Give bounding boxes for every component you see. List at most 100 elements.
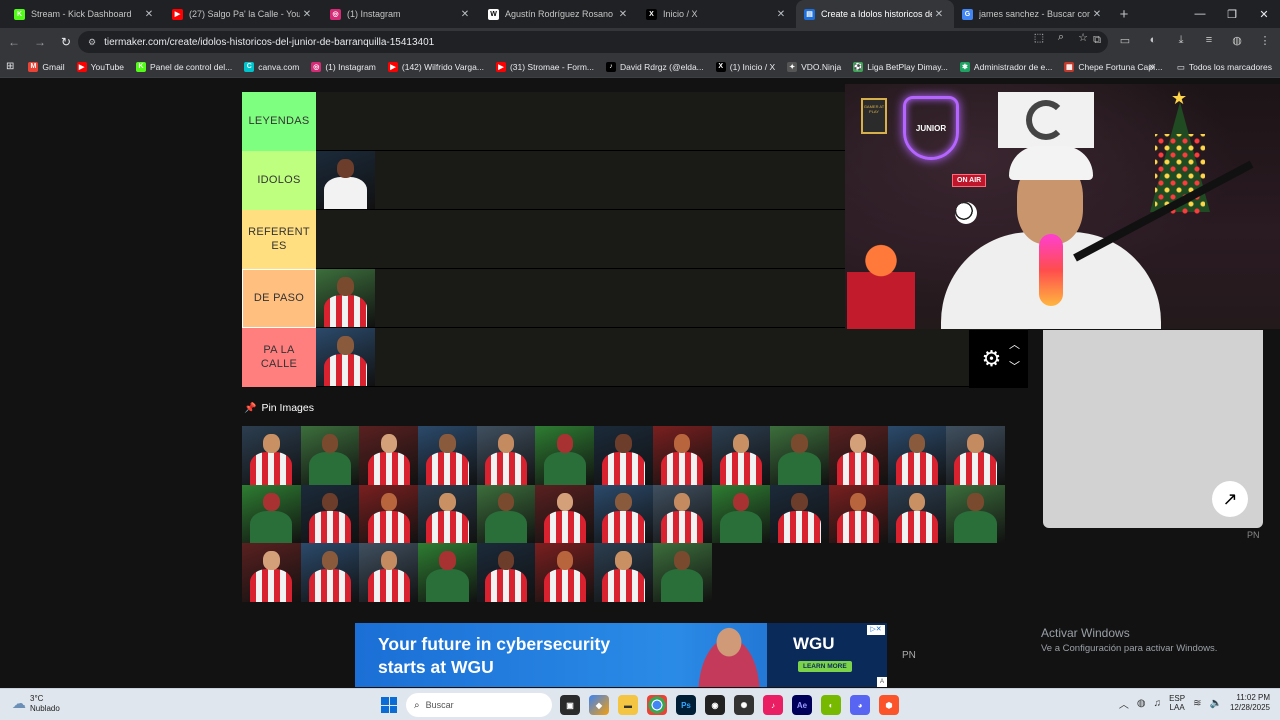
restore-icon[interactable]: ❐: [1216, 0, 1248, 28]
language-indicator[interactable]: ESP LAA: [1169, 694, 1185, 713]
player-thumbnail[interactable]: [652, 426, 712, 485]
tier-label[interactable]: DE PASO: [242, 269, 316, 328]
player-thumbnail[interactable]: [887, 484, 947, 543]
player-thumbnail[interactable]: [476, 484, 536, 543]
player-thumbnail[interactable]: [476, 543, 536, 602]
tier-label[interactable]: IDOLOS: [242, 151, 316, 210]
zoom-icon[interactable]: ⌕: [1054, 31, 1068, 44]
ad-close-icon[interactable]: ▷✕: [867, 625, 885, 635]
browser-tab[interactable]: ▶ (27) Salgo Pa' la Calle - YouTube✕: [164, 0, 322, 28]
player-thumbnail[interactable]: [711, 426, 771, 485]
tiktok-icon[interactable]: ♪: [763, 695, 783, 715]
account-icon[interactable]: ◍: [1230, 34, 1244, 47]
player-thumbnail[interactable]: [359, 426, 419, 485]
pin-images-heading[interactable]: 📌 Pin Images: [244, 402, 314, 414]
tab-close-icon[interactable]: ✕: [616, 9, 630, 20]
wifi-icon[interactable]: ≋: [1193, 698, 1201, 709]
player-thumbnail[interactable]: [476, 426, 536, 485]
taskbar-search[interactable]: ⌕ Buscar: [406, 693, 552, 717]
bookmark-item[interactable]: ▶ (31) Stromae - Form...: [495, 61, 594, 72]
wgu-ad-banner[interactable]: Your future in cybersecurity starts at W…: [355, 623, 887, 687]
browser-tab[interactable]: ▤ Create a Idolos historicos del Ju✕: [796, 0, 954, 28]
tab-close-icon[interactable]: ✕: [142, 9, 156, 20]
extensions-icon[interactable]: ⧉: [1090, 34, 1104, 47]
browser-tab[interactable]: ◎ (1) Instagram ✕: [322, 0, 480, 28]
new-tab-icon[interactable]: +: [1112, 0, 1136, 28]
translate-icon[interactable]: ⬚: [1032, 31, 1046, 44]
tier-items[interactable]: [316, 269, 845, 327]
player-thumbnail[interactable]: [316, 151, 375, 209]
bookmark-item[interactable]: ✦ VDO.Ninja: [787, 61, 841, 72]
browser-tab[interactable]: K Stream - Kick Dashboard ✕: [6, 0, 164, 28]
player-thumbnail[interactable]: [316, 269, 375, 327]
player-thumbnail[interactable]: [652, 484, 712, 543]
tab-close-icon[interactable]: ✕: [774, 9, 788, 20]
browser-tab[interactable]: X Inicio / X ✕: [638, 0, 796, 28]
bookmark-item[interactable]: X (1) Inicio / X: [715, 61, 775, 72]
bookmark-item[interactable]: K Panel de control del...: [136, 61, 232, 72]
expand-icon[interactable]: ↗: [1212, 481, 1248, 517]
copilot-icon[interactable]: ◆: [589, 695, 609, 715]
tab-close-icon[interactable]: ✕: [1090, 9, 1104, 20]
player-thumbnail[interactable]: [300, 543, 360, 602]
apps-icon[interactable]: ⊞: [6, 61, 14, 72]
browser-tab[interactable]: Gjames sanchez - Buscar con Go✕: [954, 0, 1112, 28]
player-thumbnail[interactable]: [535, 426, 595, 485]
player-thumbnail[interactable]: [418, 484, 477, 543]
move-down-icon[interactable]: ﹀: [1009, 358, 1020, 374]
player-thumbnail[interactable]: [535, 543, 595, 602]
sidepanel-icon[interactable]: ▭: [1118, 34, 1132, 47]
all-bookmarks-label[interactable]: Todos los marcadores: [1189, 62, 1272, 72]
discord-icon[interactable]: ◕: [850, 695, 870, 715]
ad-info-icon[interactable]: A: [877, 677, 887, 687]
player-thumbnail[interactable]: [828, 484, 888, 543]
player-thumbnail[interactable]: [887, 426, 947, 485]
tier-items[interactable]: [316, 210, 845, 268]
task-view-icon[interactable]: ▣: [560, 695, 580, 715]
player-thumbnail[interactable]: [652, 543, 712, 602]
bookmark-item[interactable]: ⚽ Liga BetPlay Dimay...: [853, 61, 948, 72]
player-thumbnail[interactable]: [300, 484, 360, 543]
player-thumbnail[interactable]: [828, 426, 888, 485]
browser-tab[interactable]: W Agustín Rodríguez Rosano - Wi✕: [480, 0, 638, 28]
tier-label[interactable]: PA LA CALLE: [242, 328, 316, 387]
bookmarks-more-icon[interactable]: »: [1149, 61, 1155, 73]
reload-icon[interactable]: ↻: [54, 30, 78, 54]
player-thumbnail[interactable]: [594, 426, 653, 485]
bookmark-item[interactable]: ◎ (1) Instagram: [311, 61, 376, 72]
bookmark-item[interactable]: Ccanva.com: [244, 61, 299, 72]
tier-label[interactable]: REFERENT ES: [242, 210, 316, 269]
bookmark-star-icon[interactable]: ☆: [1076, 31, 1090, 44]
site-info-icon[interactable]: ⚙: [88, 37, 96, 48]
address-bar[interactable]: ⚙ tiermaker.com/create/idolos-historicos…: [78, 31, 1108, 53]
player-thumbnail[interactable]: [300, 426, 360, 485]
player-thumbnail[interactable]: [594, 484, 653, 543]
start-icon[interactable]: [381, 697, 397, 713]
ad-learn-more-button[interactable]: LEARN MORE: [798, 661, 852, 672]
menu-icon[interactable]: ⋮: [1258, 34, 1272, 47]
player-thumbnail[interactable]: [316, 328, 375, 386]
tier-items[interactable]: [316, 92, 845, 150]
player-thumbnail[interactable]: [946, 484, 1005, 543]
player-thumbnail[interactable]: [242, 426, 301, 485]
chrome-icon[interactable]: [647, 695, 667, 715]
tier-items[interactable]: [316, 151, 845, 209]
bookmark-item[interactable]: ▶ YouTube: [76, 61, 124, 72]
settings-gear-icon[interactable]: ⚙: [982, 346, 1002, 372]
player-thumbnail[interactable]: [946, 426, 1005, 485]
clock[interactable]: 11:02 PM 12/28/2025: [1230, 693, 1270, 714]
photoshop-icon[interactable]: Ps: [676, 695, 696, 715]
bookmark-item[interactable]: ♪ David Rdrgz (@elda...: [606, 61, 704, 72]
tab-close-icon[interactable]: ✕: [932, 9, 946, 20]
volume-icon[interactable]: 🔈: [1210, 698, 1222, 709]
obs-icon[interactable]: ◉: [705, 695, 725, 715]
bookmark-item[interactable]: M Gmail: [28, 61, 65, 72]
network-icon[interactable]: ◍: [1137, 698, 1146, 709]
file-explorer-icon[interactable]: ▬: [618, 695, 638, 715]
tab-close-icon[interactable]: ✕: [458, 9, 472, 20]
tray-chevron-icon[interactable]: ︿: [1119, 696, 1129, 711]
forward-icon[interactable]: →: [28, 30, 52, 54]
minimize-icon[interactable]: —: [1184, 0, 1216, 28]
bookmark-item[interactable]: ▶ (142) Wilfrido Varga...: [387, 61, 484, 72]
back-icon[interactable]: ←: [2, 30, 26, 54]
